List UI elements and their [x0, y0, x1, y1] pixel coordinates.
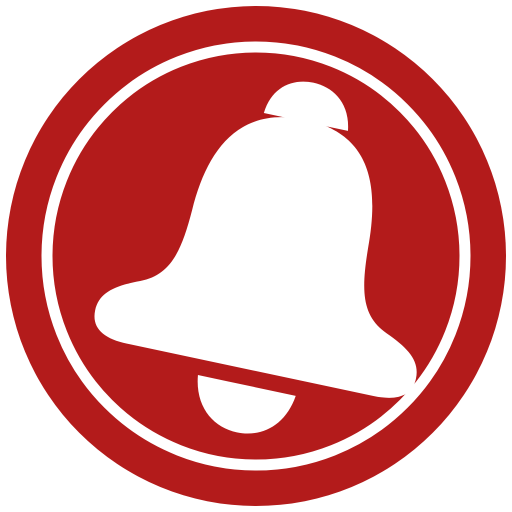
- bell-icon: [6, 6, 506, 506]
- notification-bell-badge: [0, 0, 512, 512]
